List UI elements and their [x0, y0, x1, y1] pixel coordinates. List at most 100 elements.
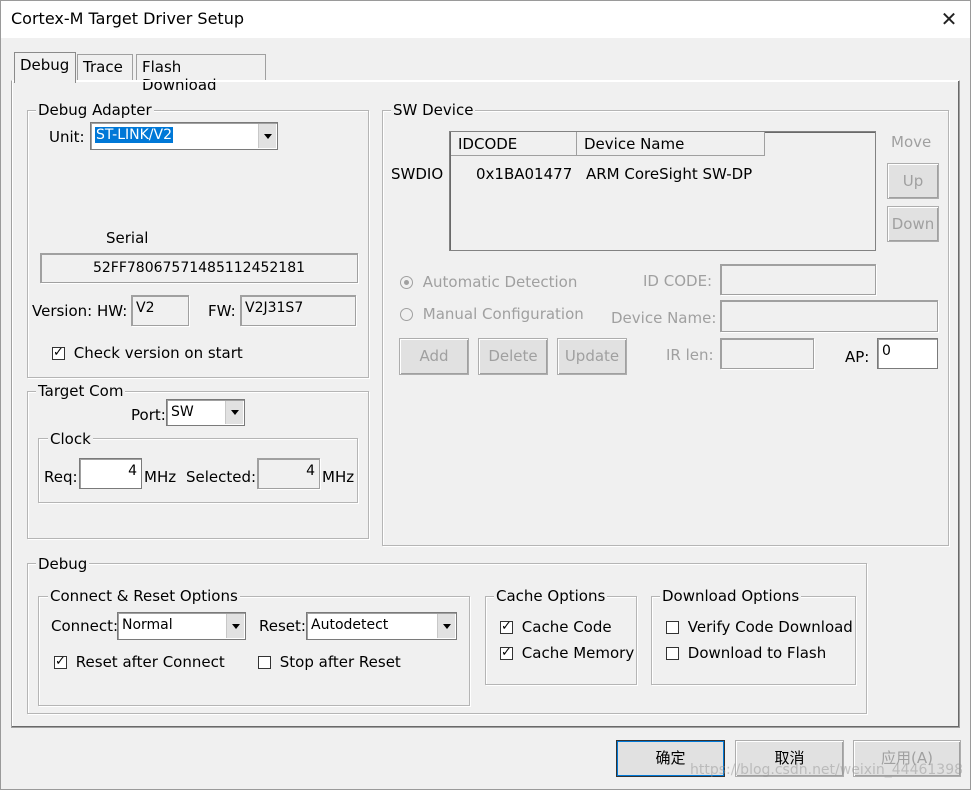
port-value: SW — [171, 404, 194, 420]
port-label: Port: — [131, 406, 166, 424]
ap-value: 0 — [882, 343, 891, 359]
cache-options-title: Cache Options — [494, 587, 608, 605]
update-button[interactable]: Update — [557, 338, 627, 375]
selected-value: 4 — [306, 463, 315, 479]
fw-field: V2J31S7 — [240, 295, 356, 326]
column-idcode-label: IDCODE — [458, 135, 518, 153]
reset-after-connect-checkbox[interactable] — [54, 653, 67, 671]
add-button-label: Add — [419, 347, 449, 365]
auto-detect-radio[interactable] — [400, 276, 413, 289]
check-version-checkbox[interactable] — [52, 344, 65, 362]
cache-code-option[interactable]: Cache Code — [500, 618, 612, 636]
auto-detect-label: Automatic Detection — [422, 273, 578, 291]
sw-device-title: SW Device — [391, 101, 476, 119]
update-button-label: Update — [564, 347, 620, 365]
column-header-device-name[interactable]: Device Name — [577, 132, 765, 156]
connect-reset-title: Connect & Reset Options — [48, 587, 240, 605]
ir-len-field[interactable] — [720, 338, 814, 369]
target-com-title: Target Com — [36, 382, 126, 400]
version-hw-label: Version: HW: — [32, 302, 128, 320]
move-label: Move — [891, 133, 932, 151]
device-list[interactable]: IDCODE Device Name 0x1BA01477 ARM CoreSi… — [449, 131, 876, 251]
cache-memory-option[interactable]: Cache Memory — [500, 644, 634, 662]
ir-len-label: IR len: — [666, 346, 714, 364]
download-to-flash-checkbox[interactable] — [666, 647, 679, 660]
download-options-title: Download Options — [660, 587, 802, 605]
tab-flash-download[interactable]: Flash Download — [136, 54, 266, 94]
serial-value: 52FF7806757148511245218‌1 — [92, 260, 306, 276]
req-label: Req: — [44, 468, 78, 486]
selected-field: 4 — [257, 458, 320, 489]
row-idcode[interactable]: 0x1BA01477 — [476, 165, 572, 183]
tab-debug[interactable]: Debug — [14, 52, 76, 83]
id-code-field[interactable] — [720, 264, 876, 295]
down-button[interactable]: Down — [887, 206, 939, 242]
check-version-label: Check version on start — [73, 344, 243, 362]
download-to-flash-label: Download to Flash — [687, 644, 827, 662]
chevron-down-icon[interactable] — [225, 401, 243, 424]
id-code-label: ID CODE: — [643, 272, 713, 290]
reset-value: Autodetect — [311, 617, 389, 633]
verify-code-download-label: Verify Code Download — [687, 618, 853, 636]
req-value: 4 — [128, 463, 137, 479]
chevron-down-icon[interactable] — [226, 614, 244, 638]
device-name-field[interactable] — [720, 300, 938, 332]
reset-after-connect-label: Reset after Connect — [75, 653, 225, 671]
column-device-name-label: Device Name — [584, 135, 685, 153]
tab-debug-label: Debug — [20, 56, 70, 74]
serial-label: Serial — [106, 229, 149, 247]
stop-after-reset-label: Stop after Reset — [279, 653, 401, 671]
up-button[interactable]: Up — [887, 163, 939, 199]
check-version-option[interactable]: Check version on start — [52, 344, 243, 362]
chevron-down-icon[interactable] — [437, 614, 455, 638]
debug-adapter-title: Debug Adapter — [36, 101, 154, 119]
add-button[interactable]: Add — [399, 338, 469, 375]
serial-field: 52FF7806757148511245218‌1 — [40, 253, 358, 283]
cache-memory-label: Cache Memory — [521, 644, 635, 662]
stop-after-reset-option[interactable]: Stop after Reset — [258, 653, 401, 671]
verify-code-download-checkbox[interactable] — [666, 621, 679, 634]
cache-options-group — [485, 596, 637, 685]
unit-select[interactable]: ST-LINK/V2 — [90, 122, 278, 150]
close-icon[interactable]: ✕ — [936, 6, 962, 32]
ok-button-label: 确定 — [655, 749, 686, 767]
verify-code-download-option[interactable]: Verify Code Download — [666, 618, 853, 636]
fw-label: FW: — [208, 302, 236, 320]
window-title: Cortex-M Target Driver Setup — [11, 9, 244, 28]
manual-config-label: Manual Configuration — [422, 305, 584, 323]
fw-value: V2J31S7 — [245, 300, 304, 316]
download-to-flash-option[interactable]: Download to Flash — [666, 644, 826, 662]
req-unit: MHz — [144, 468, 177, 486]
manual-config-option[interactable]: Manual Configuration — [400, 305, 584, 323]
cache-memory-checkbox[interactable] — [500, 644, 513, 662]
clock-title: Clock — [48, 430, 93, 448]
tab-trace[interactable]: Trace — [77, 54, 133, 81]
unit-value: ST-LINK/V2 — [95, 127, 173, 143]
stop-after-reset-checkbox[interactable] — [258, 656, 271, 669]
connect-label: Connect: — [51, 617, 119, 635]
delete-button[interactable]: Delete — [478, 338, 548, 375]
cache-code-label: Cache Code — [521, 618, 612, 636]
manual-config-radio[interactable] — [400, 308, 413, 321]
chevron-down-icon[interactable] — [258, 124, 276, 148]
column-header-idcode[interactable]: IDCODE — [451, 132, 577, 156]
tab-trace-label: Trace — [83, 58, 123, 76]
ap-input[interactable]: 0 — [877, 338, 938, 369]
reset-after-connect-option[interactable]: Reset after Connect — [54, 653, 225, 671]
device-name-label: Device Name: — [611, 309, 717, 327]
req-input[interactable]: 4 — [79, 458, 142, 489]
watermark: https://blog.csdn.net/weixin_44461398 — [690, 762, 964, 778]
connect-select[interactable]: Normal — [117, 612, 246, 640]
debug-adapter-group — [27, 110, 369, 378]
connect-value: Normal — [122, 617, 173, 633]
row-device-name[interactable]: ARM CoreSight SW-DP — [586, 165, 752, 183]
auto-detect-option[interactable]: Automatic Detection — [400, 273, 577, 291]
reset-select[interactable]: Autodetect — [306, 612, 457, 640]
cache-code-checkbox[interactable] — [500, 618, 513, 636]
ap-label: AP: — [845, 348, 870, 366]
port-select[interactable]: SW — [166, 399, 245, 426]
debug-options-title: Debug — [36, 555, 90, 573]
download-options-group — [651, 596, 856, 685]
hw-field: V2 — [131, 295, 189, 326]
selected-unit: MHz — [322, 468, 355, 486]
